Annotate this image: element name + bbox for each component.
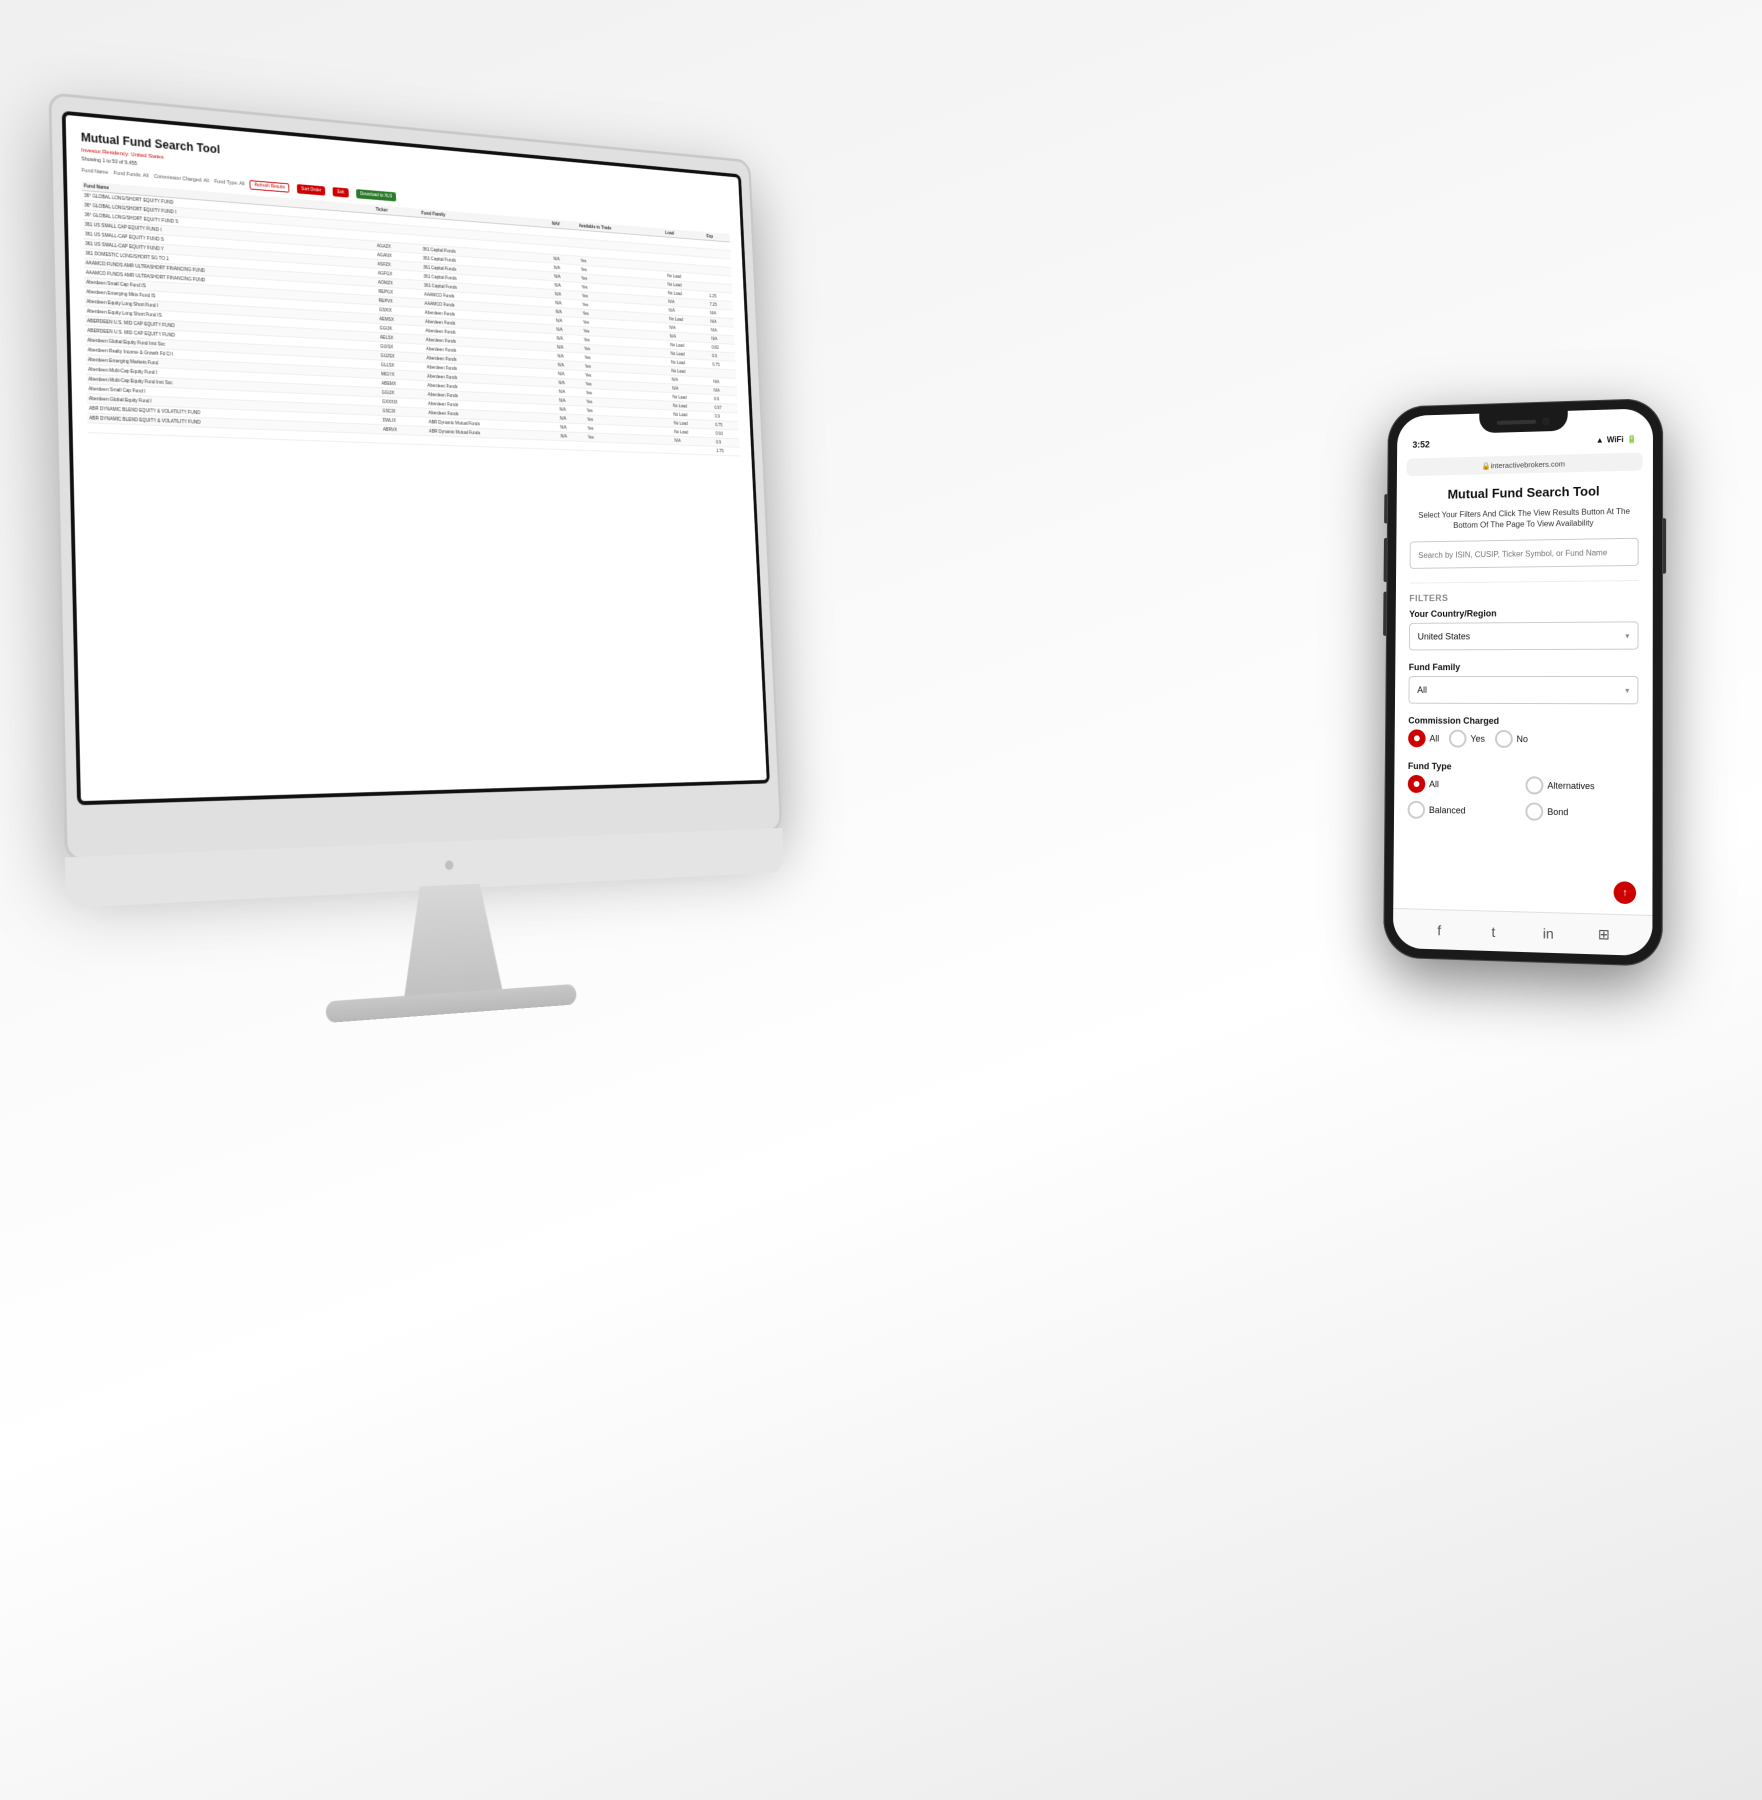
funds-table: Fund Name Ticker Fund Family NAV Availab…: [82, 181, 740, 456]
phone-status-icons: ▲ WiFi 🔋: [1596, 434, 1637, 444]
fund-type-all-label: All: [1429, 780, 1439, 790]
divider-1: [1409, 580, 1638, 584]
fund-type-alternatives[interactable]: Alternatives: [1525, 777, 1638, 797]
fund-family-select[interactable]: All ▾: [1408, 676, 1638, 704]
share-icon[interactable]: ⊞: [1594, 924, 1614, 945]
phone-housing: 3:52 ▲ WiFi 🔋 🔒 interactivebrokers.com M…: [1383, 398, 1663, 967]
fund-type-bond-label: Bond: [1547, 807, 1568, 817]
commission-radio-group: All Yes No: [1408, 730, 1638, 750]
chevron-down-icon-2: ▾: [1625, 686, 1629, 695]
fund-type-radio-grid: All Alternatives Balanced Bond: [1408, 775, 1639, 822]
phone-page-subtitle: Select Your Filters And Click The View R…: [1410, 506, 1639, 532]
phone-status-bar: 3:52 ▲ WiFi 🔋: [1397, 428, 1653, 455]
imac-camera: [445, 860, 454, 870]
twitter-icon[interactable]: t: [1483, 921, 1503, 942]
fund-type-bond[interactable]: Bond: [1525, 803, 1638, 823]
phone-address-bar[interactable]: 🔒 interactivebrokers.com: [1406, 452, 1642, 476]
fund-type-all-radio[interactable]: [1408, 775, 1426, 793]
phone-search-input[interactable]: [1410, 538, 1639, 569]
fund-funds-filter: Fund Funds: All: [114, 171, 149, 180]
phone-url: interactivebrokers.com: [1491, 459, 1565, 470]
phone-page-title: Mutual Fund Search Tool: [1410, 483, 1639, 503]
commission-all-label: All: [1429, 734, 1439, 744]
signal-icon: ▲: [1596, 435, 1604, 444]
commission-label: Commission Charged: [1408, 716, 1638, 727]
imac-device: Mutual Fund Search Tool Investor Residen…: [48, 92, 825, 1190]
wifi-icon: WiFi: [1607, 435, 1624, 444]
download-button[interactable]: Download to XLS: [356, 189, 397, 201]
facebook-icon[interactable]: f: [1429, 919, 1449, 940]
phone-body: Mutual Fund Search Tool Select Your Filt…: [1393, 474, 1653, 921]
imac-bezel: Mutual Fund Search Tool Investor Residen…: [62, 111, 770, 806]
exit-button[interactable]: Exit: [333, 187, 349, 197]
fund-name-filter: Fund Name: [82, 168, 109, 176]
imac-display: Mutual Fund Search Tool Investor Residen…: [66, 115, 767, 801]
commission-no-label: No: [1516, 734, 1527, 744]
commission-no-radio[interactable]: [1495, 730, 1513, 748]
phone-bottom-bar: f t in ⊞: [1393, 908, 1653, 956]
battery-icon: 🔋: [1627, 434, 1637, 443]
phone-notch: [1479, 411, 1568, 433]
fund-type-balanced-label: Balanced: [1429, 805, 1466, 816]
commission-filter: Commission Charged: All: [154, 174, 209, 184]
commission-yes-radio[interactable]: [1449, 730, 1467, 748]
filters-section-label: FILTERS: [1409, 591, 1638, 603]
phone-time: 3:52: [1412, 440, 1429, 450]
volume-down-button: [1383, 592, 1386, 636]
scroll-up-button[interactable]: ↑: [1614, 881, 1636, 904]
phone-device: 3:52 ▲ WiFi 🔋 🔒 interactivebrokers.com M…: [1383, 398, 1663, 967]
commission-yes-label: Yes: [1470, 734, 1484, 744]
fund-type-balanced-radio[interactable]: [1408, 801, 1426, 819]
imac-housing: Mutual Fund Search Tool Investor Residen…: [48, 92, 782, 861]
investor-value: United States: [131, 152, 164, 161]
imac-stand: [400, 883, 504, 1003]
sort-order-button[interactable]: Sort Order: [297, 184, 326, 196]
commission-all-radio[interactable]: [1408, 730, 1426, 748]
fund-family-value: All: [1417, 685, 1427, 695]
linkedin-icon[interactable]: in: [1538, 923, 1558, 944]
fund-type-all[interactable]: All: [1408, 775, 1518, 794]
commission-yes[interactable]: Yes: [1449, 730, 1485, 748]
fund-type-balanced[interactable]: Balanced: [1408, 801, 1518, 821]
commission-all[interactable]: All: [1408, 730, 1439, 748]
country-select-wrap: United States ▾: [1409, 622, 1639, 651]
fund-type-alternatives-label: Alternatives: [1547, 781, 1594, 792]
fund-type-filter: Fund Type: All: [214, 179, 245, 187]
front-camera: [1542, 417, 1550, 425]
chevron-down-icon: ▾: [1625, 631, 1629, 640]
lock-icon: 🔒: [1481, 461, 1490, 470]
notch-speaker: [1497, 420, 1536, 425]
country-value: United States: [1418, 632, 1471, 642]
fund-type-alternatives-radio[interactable]: [1525, 777, 1543, 795]
commission-no[interactable]: No: [1495, 730, 1528, 748]
volume-up-button: [1384, 538, 1387, 582]
phone-ui: 3:52 ▲ WiFi 🔋 🔒 interactivebrokers.com M…: [1393, 428, 1653, 956]
phone-screen: 3:52 ▲ WiFi 🔋 🔒 interactivebrokers.com M…: [1393, 408, 1653, 956]
web-app-content: Mutual Fund Search Tool Investor Residen…: [66, 115, 767, 801]
refresh-results-button[interactable]: Refresh Results: [250, 180, 290, 193]
fund-family-label: Fund Family: [1409, 662, 1639, 672]
power-button: [1663, 518, 1666, 573]
country-label: Your Country/Region: [1409, 608, 1638, 620]
fund-family-select-wrap: All ▾: [1408, 676, 1638, 704]
mute-button: [1384, 494, 1387, 523]
country-select[interactable]: United States ▾: [1409, 622, 1639, 651]
fund-type-bond-radio[interactable]: [1525, 803, 1543, 821]
fund-type-label: Fund Type: [1408, 761, 1638, 773]
